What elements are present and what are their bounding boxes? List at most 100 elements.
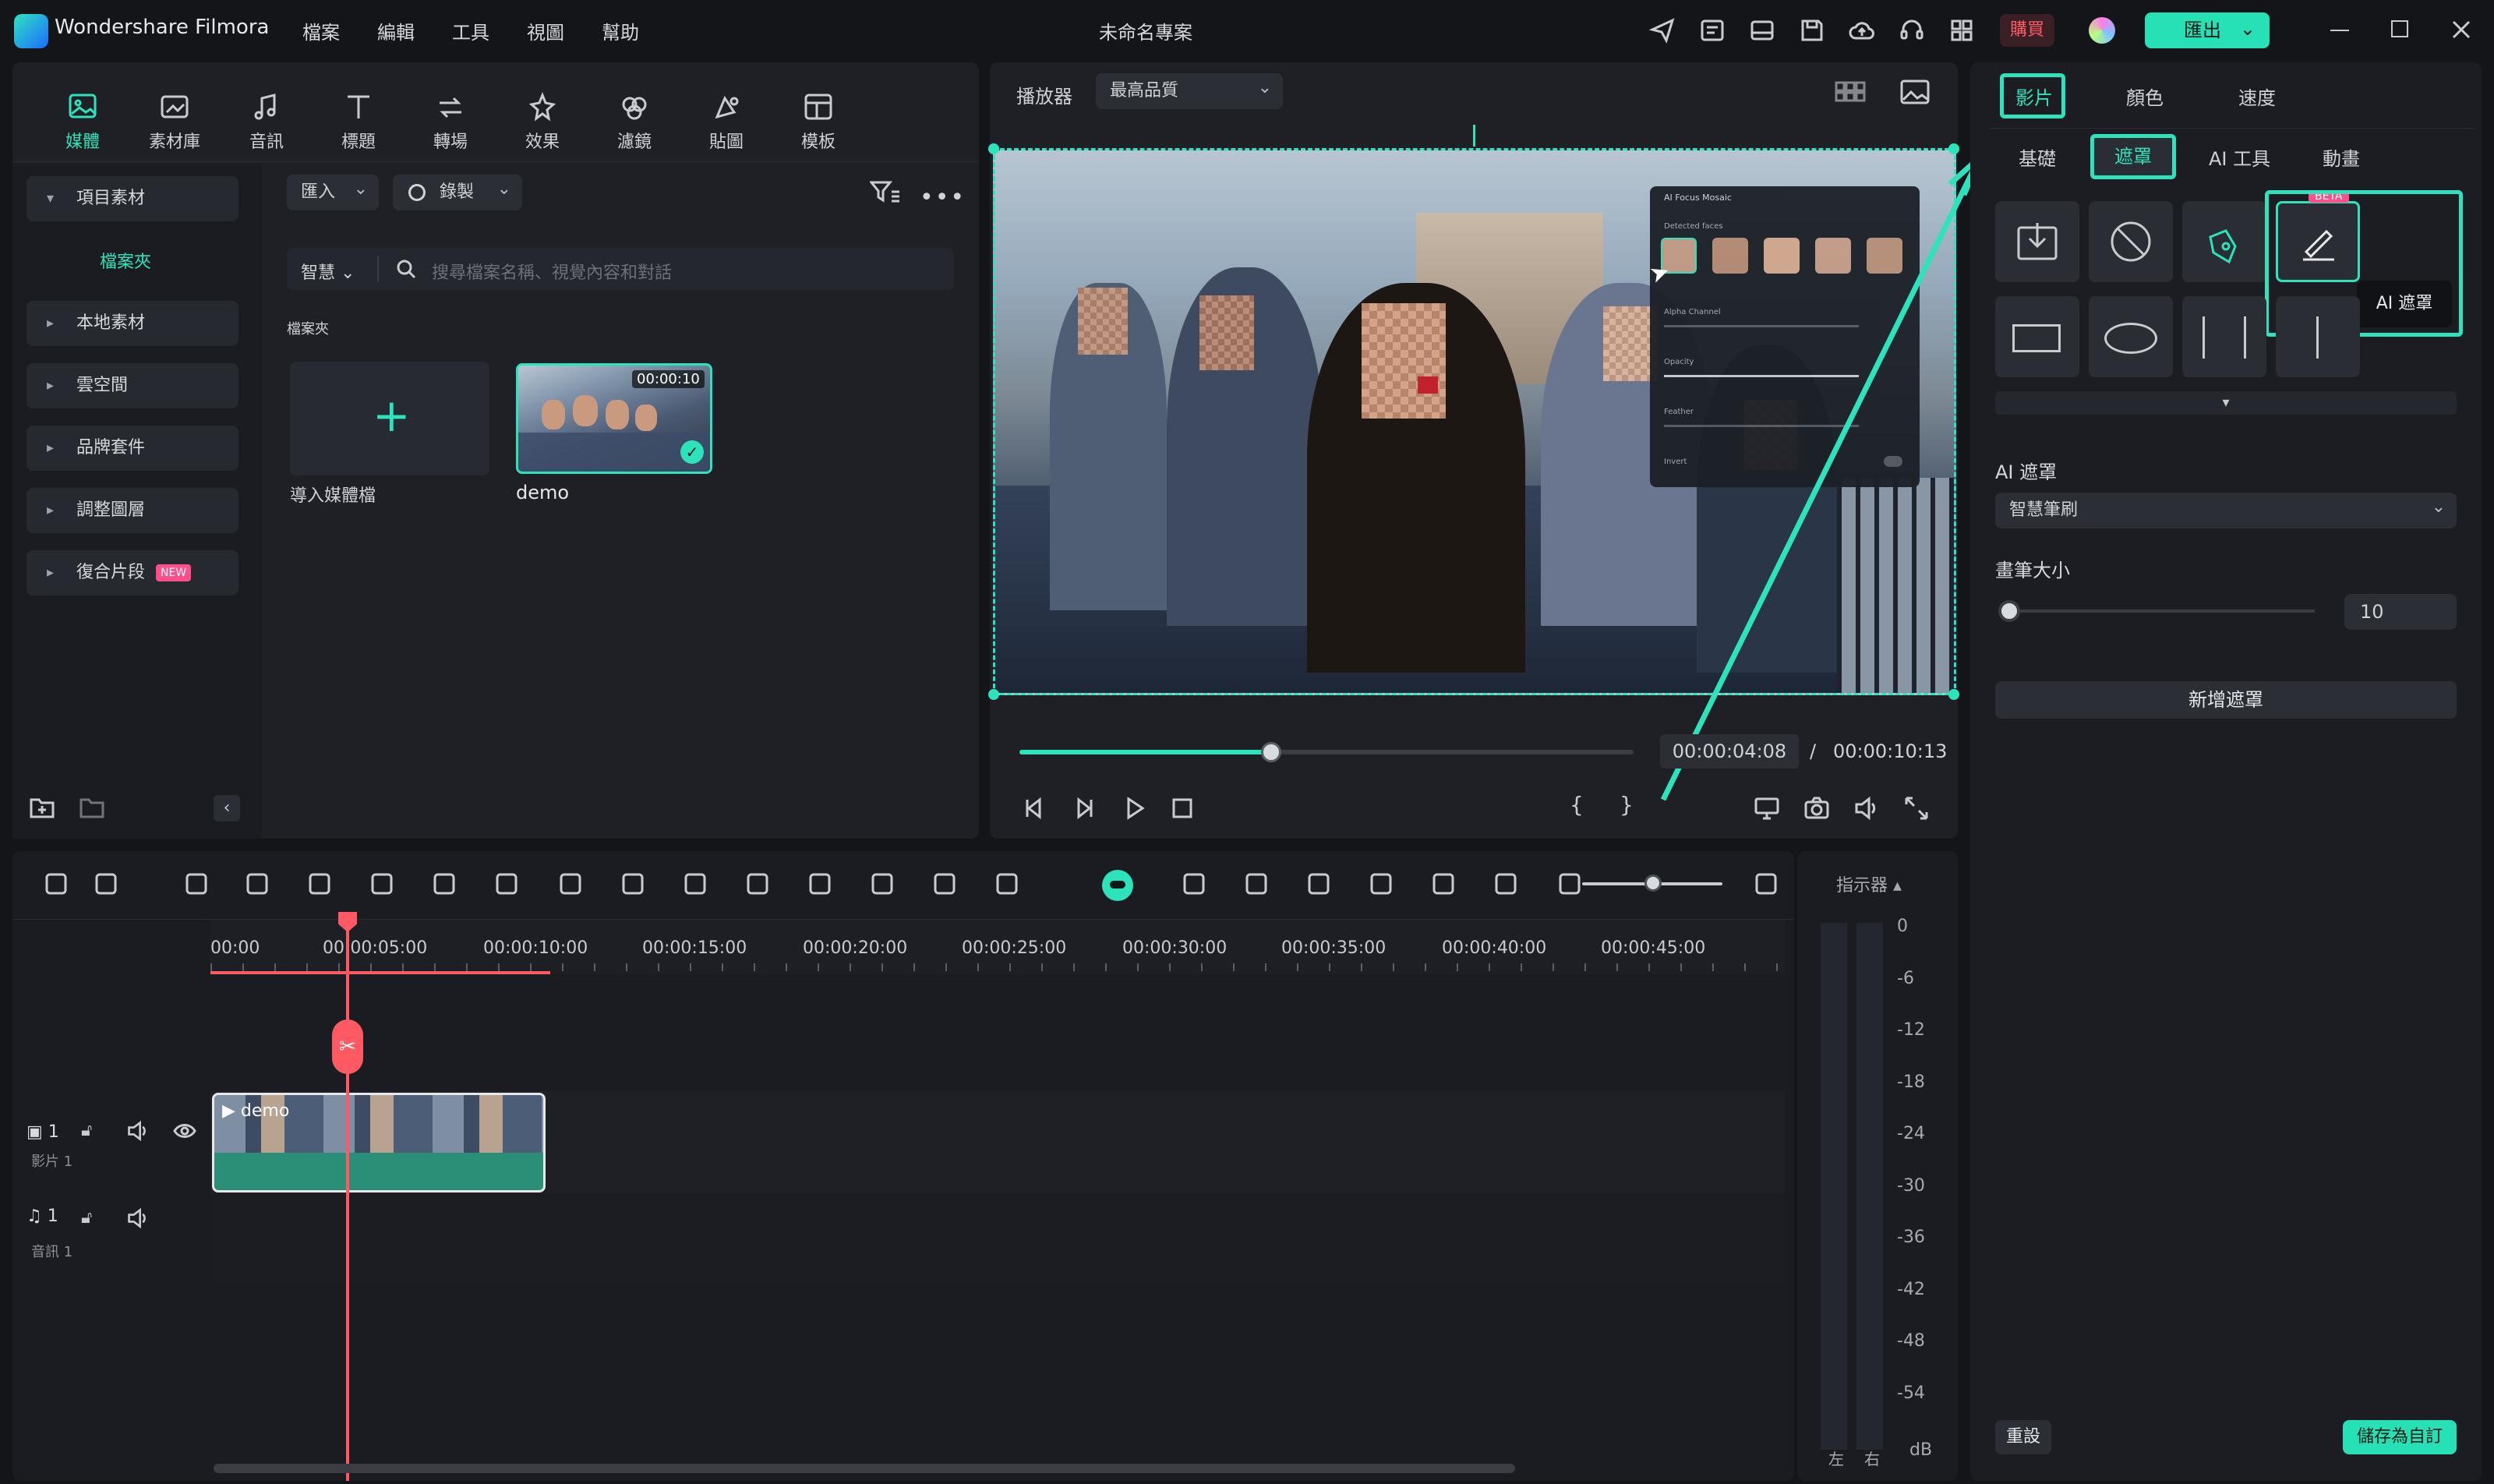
stop-icon[interactable] [1171, 797, 1194, 820]
zoom-in-icon[interactable] [1752, 870, 1780, 898]
filter-sort-icon[interactable] [870, 179, 901, 206]
timeline-scrollbar[interactable] [214, 1464, 1515, 1473]
mask-rectangle-button[interactable] [1995, 296, 2079, 377]
save-custom-button[interactable]: 儲存為自訂 [2343, 1420, 2457, 1454]
search-bar[interactable]: 智慧 ⌄ 搜尋檔案名稱、視覺內容和對話 [287, 248, 954, 290]
export-button[interactable]: 匯出 ⌄ [2145, 12, 2270, 48]
microphone-icon[interactable] [1305, 870, 1333, 898]
speed-icon[interactable] [619, 870, 647, 898]
eye-icon[interactable] [173, 1121, 196, 1141]
menu-tools[interactable]: 工具 [452, 17, 489, 44]
subtab-animation[interactable]: 動畫 [2323, 143, 2360, 171]
crop-icon[interactable] [430, 870, 458, 898]
playback-progress-track[interactable] [1019, 742, 1634, 762]
previous-frame-icon[interactable] [1021, 795, 1047, 822]
timeline-clip[interactable]: ▶ demo [212, 1093, 546, 1192]
menu-edit[interactable]: 編輯 [377, 17, 415, 44]
import-media-tile[interactable]: + [290, 362, 489, 475]
support-headset-icon[interactable] [1899, 17, 1925, 44]
menu-view[interactable]: 視圖 [527, 17, 564, 44]
motion-tracking-icon[interactable] [1180, 870, 1208, 898]
subtab-mask[interactable]: 遮罩 [2090, 134, 2176, 179]
sidebar-item-adjustment-layer[interactable]: 調整圖層 [26, 488, 238, 533]
reset-button[interactable]: 重設 [1995, 1420, 2051, 1454]
track-volume-icon[interactable] [126, 1119, 150, 1143]
tool-templates[interactable]: 模板 [787, 92, 850, 153]
volume-icon[interactable] [1853, 795, 1880, 822]
tool-audio[interactable]: 音訊 [235, 92, 298, 153]
folder-icon[interactable] [79, 797, 104, 818]
audio-lock-icon[interactable]: 🔓︎ [81, 1208, 92, 1228]
expand-masks-button[interactable]: ▾ [1995, 391, 2457, 415]
ai-sound-icon[interactable] [744, 870, 772, 898]
ai-copilot-icon[interactable] [1102, 870, 1133, 901]
zoom-out-icon[interactable] [1556, 870, 1584, 898]
fit-icon[interactable] [1492, 870, 1520, 898]
scissors-icon[interactable] [368, 870, 396, 898]
tool-transition[interactable]: 轉場 [419, 92, 482, 153]
mask-single-line-button[interactable] [2276, 296, 2360, 377]
tool-media[interactable]: 媒體 [51, 92, 114, 153]
tool-title[interactable]: 標題 [327, 92, 390, 153]
zoom-slider[interactable] [1582, 874, 1722, 892]
send-icon[interactable] [1649, 17, 1676, 44]
delete-icon[interactable] [306, 870, 334, 898]
marker-icon[interactable] [1242, 870, 1270, 898]
color-palette-icon[interactable] [681, 870, 709, 898]
mask-import-button[interactable] [1995, 201, 2079, 282]
brush-size-input[interactable]: 10 [2344, 594, 2457, 630]
redo-icon[interactable] [243, 870, 271, 898]
close-icon[interactable] [2450, 19, 2472, 41]
save-icon[interactable] [1799, 17, 1825, 44]
next-frame-icon[interactable] [1071, 795, 1097, 822]
image-icon[interactable] [1900, 80, 1930, 104]
smart-search-dropdown[interactable]: 智慧 ⌄ [301, 259, 355, 284]
play-icon[interactable] [1121, 795, 1147, 822]
lock-icon[interactable]: 🔓︎ [81, 1121, 92, 1140]
tool-filters[interactable]: 濾鏡 [603, 92, 666, 153]
text-icon[interactable] [493, 870, 521, 898]
tab-color[interactable]: 顏色 [2126, 83, 2164, 110]
mark-out-icon[interactable]: } [1620, 792, 1634, 818]
tool-stock[interactable]: 素材庫 [143, 92, 206, 153]
brush-size-knob[interactable] [1998, 600, 2020, 622]
tool-stickers[interactable]: 貼圖 [695, 92, 758, 153]
user-avatar[interactable] [2089, 17, 2115, 44]
collapse-sidebar-button[interactable]: ‹ [214, 795, 240, 822]
sidebar-project-media[interactable]: 項目素材 [26, 176, 238, 221]
quality-dropdown[interactable]: 最高品質 [1096, 70, 1283, 109]
ai-mask-mode-dropdown[interactable]: 智慧筆刷 [1995, 489, 2457, 528]
zoom-knob[interactable] [1644, 874, 1662, 892]
mask-ellipse-button[interactable] [2089, 296, 2173, 377]
work-area-bar[interactable] [210, 971, 550, 974]
more-chevrons-icon[interactable] [993, 870, 1021, 898]
grid-view-icon[interactable] [1835, 81, 1866, 103]
mark-in-icon[interactable]: { [1570, 792, 1584, 818]
apps-grid-icon[interactable] [1948, 17, 1975, 44]
sidebar-folder[interactable]: 檔案夾 [100, 248, 151, 273]
display-icon[interactable] [1754, 795, 1780, 822]
restore-icon[interactable] [2391, 20, 2408, 37]
playback-progress-knob[interactable] [1261, 742, 1282, 762]
minimize-icon[interactable] [2330, 30, 2349, 31]
layout-icon[interactable] [1749, 17, 1775, 44]
mask-line-button[interactable] [2182, 296, 2266, 377]
grid-layout-icon[interactable] [42, 870, 70, 898]
sidebar-item-brand-kit[interactable]: 品牌套件 [26, 426, 238, 471]
meter-label[interactable]: 指示器 ▴ [1836, 871, 1902, 896]
brush-size-slider[interactable] [1998, 600, 2315, 622]
screen-record-icon[interactable] [1429, 870, 1457, 898]
subtab-basic[interactable]: 基礎 [2019, 143, 2056, 171]
shape-icon[interactable] [556, 870, 585, 898]
notes-icon[interactable] [1699, 17, 1726, 44]
sidebar-item-cloud[interactable]: 雲空間 [26, 363, 238, 408]
resize-handle[interactable] [988, 689, 999, 700]
chevron-down-icon[interactable]: ⌄ [2240, 11, 2256, 47]
new-folder-icon[interactable] [30, 797, 55, 818]
media-clip-thumbnail[interactable]: 00:00:10 ✓ [516, 363, 712, 474]
auto-reframe-icon[interactable] [931, 870, 959, 898]
fullscreen-icon[interactable] [1903, 795, 1930, 822]
record-dropdown[interactable]: 錄製 [393, 171, 522, 210]
frame-icon[interactable] [806, 870, 834, 898]
cloud-upload-icon[interactable] [1849, 17, 1875, 44]
